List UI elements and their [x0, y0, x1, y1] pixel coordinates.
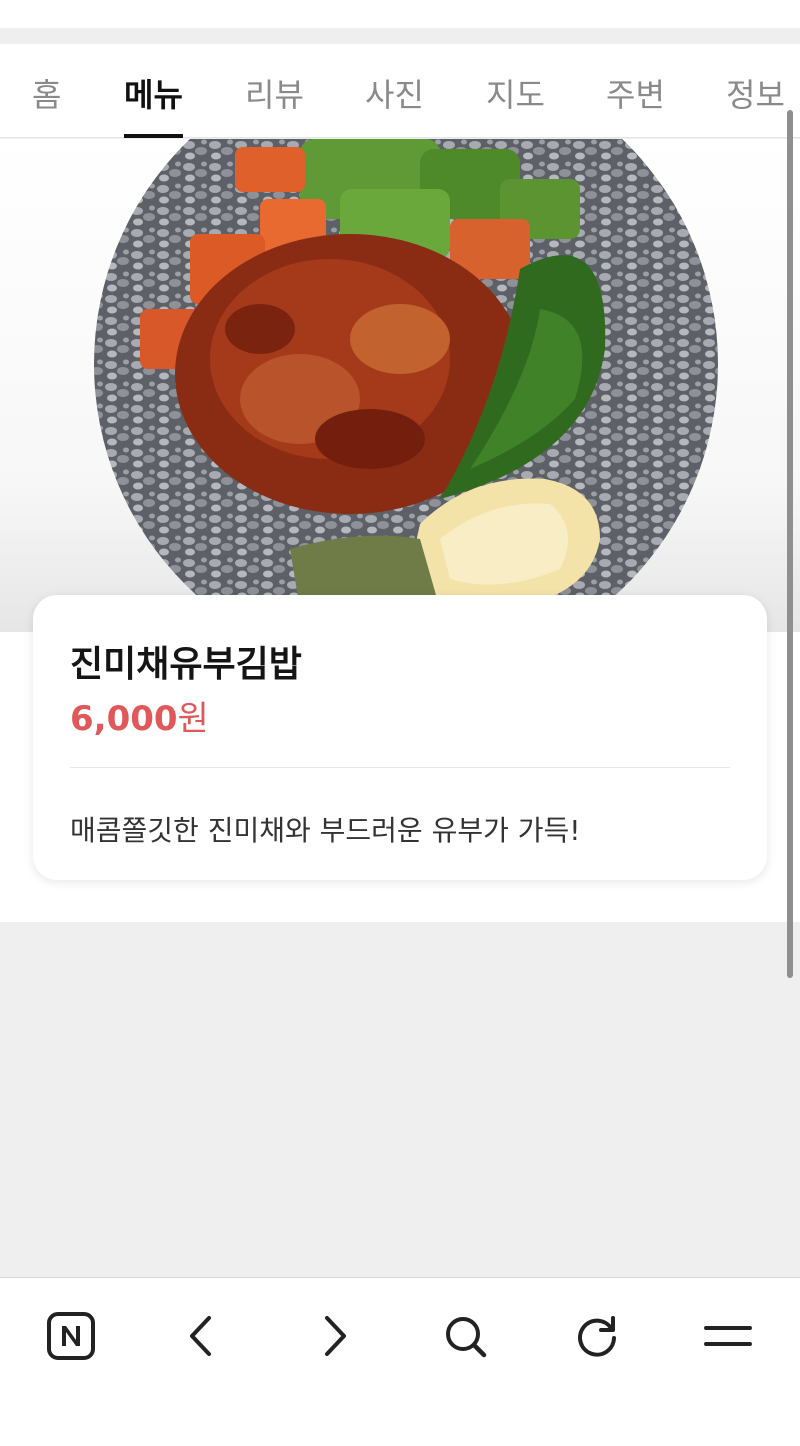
- back-button[interactable]: [166, 1300, 238, 1372]
- price-unit: 원: [177, 699, 209, 739]
- refresh-icon: [578, 1316, 616, 1357]
- menu-item-name: 진미채유부김밥: [70, 644, 302, 685]
- naver-home-button[interactable]: [35, 1300, 107, 1372]
- tab-home[interactable]: 홈: [32, 70, 61, 138]
- menu-item-card[interactable]: 진미채유부김밥 6,000원 매콤쫄깃한 진미채와 부드러운 유부가 가득!: [33, 595, 767, 880]
- card-divider: [70, 767, 730, 768]
- forward-icon: [325, 1316, 346, 1356]
- price-value: 6,000: [70, 699, 178, 739]
- menu-icon: [704, 1326, 752, 1346]
- gimbap-photo-icon: [94, 139, 718, 632]
- menu-item-description: 매콤쫄깃한 진미채와 부드러운 유부가 가득!: [70, 814, 581, 847]
- refresh-button[interactable]: [561, 1300, 633, 1372]
- forward-button[interactable]: [298, 1300, 370, 1372]
- tab-map[interactable]: 지도: [486, 70, 545, 138]
- tab-info[interactable]: 정보: [726, 70, 785, 138]
- top-gap: [0, 28, 800, 44]
- tab-bar: 홈 메뉴 리뷰 사진 지도 주변 정보: [0, 44, 800, 138]
- back-icon: [190, 1316, 211, 1356]
- menu-button[interactable]: [692, 1300, 764, 1372]
- menu-item-photo: [0, 139, 800, 632]
- tab-review[interactable]: 리뷰: [245, 70, 304, 138]
- scrollbar[interactable]: [787, 110, 793, 978]
- menu-item-price: 6,000원: [70, 691, 209, 740]
- search-icon: [446, 1317, 487, 1358]
- browser-bottom-bar: [0, 1277, 800, 1446]
- status-strip: [0, 0, 800, 28]
- tab-photo[interactable]: 사진: [365, 70, 424, 138]
- tab-nearby[interactable]: 주변: [606, 70, 665, 138]
- tab-menu[interactable]: 메뉴: [124, 70, 183, 138]
- search-button[interactable]: [429, 1300, 501, 1372]
- naver-home-icon: [47, 1312, 95, 1360]
